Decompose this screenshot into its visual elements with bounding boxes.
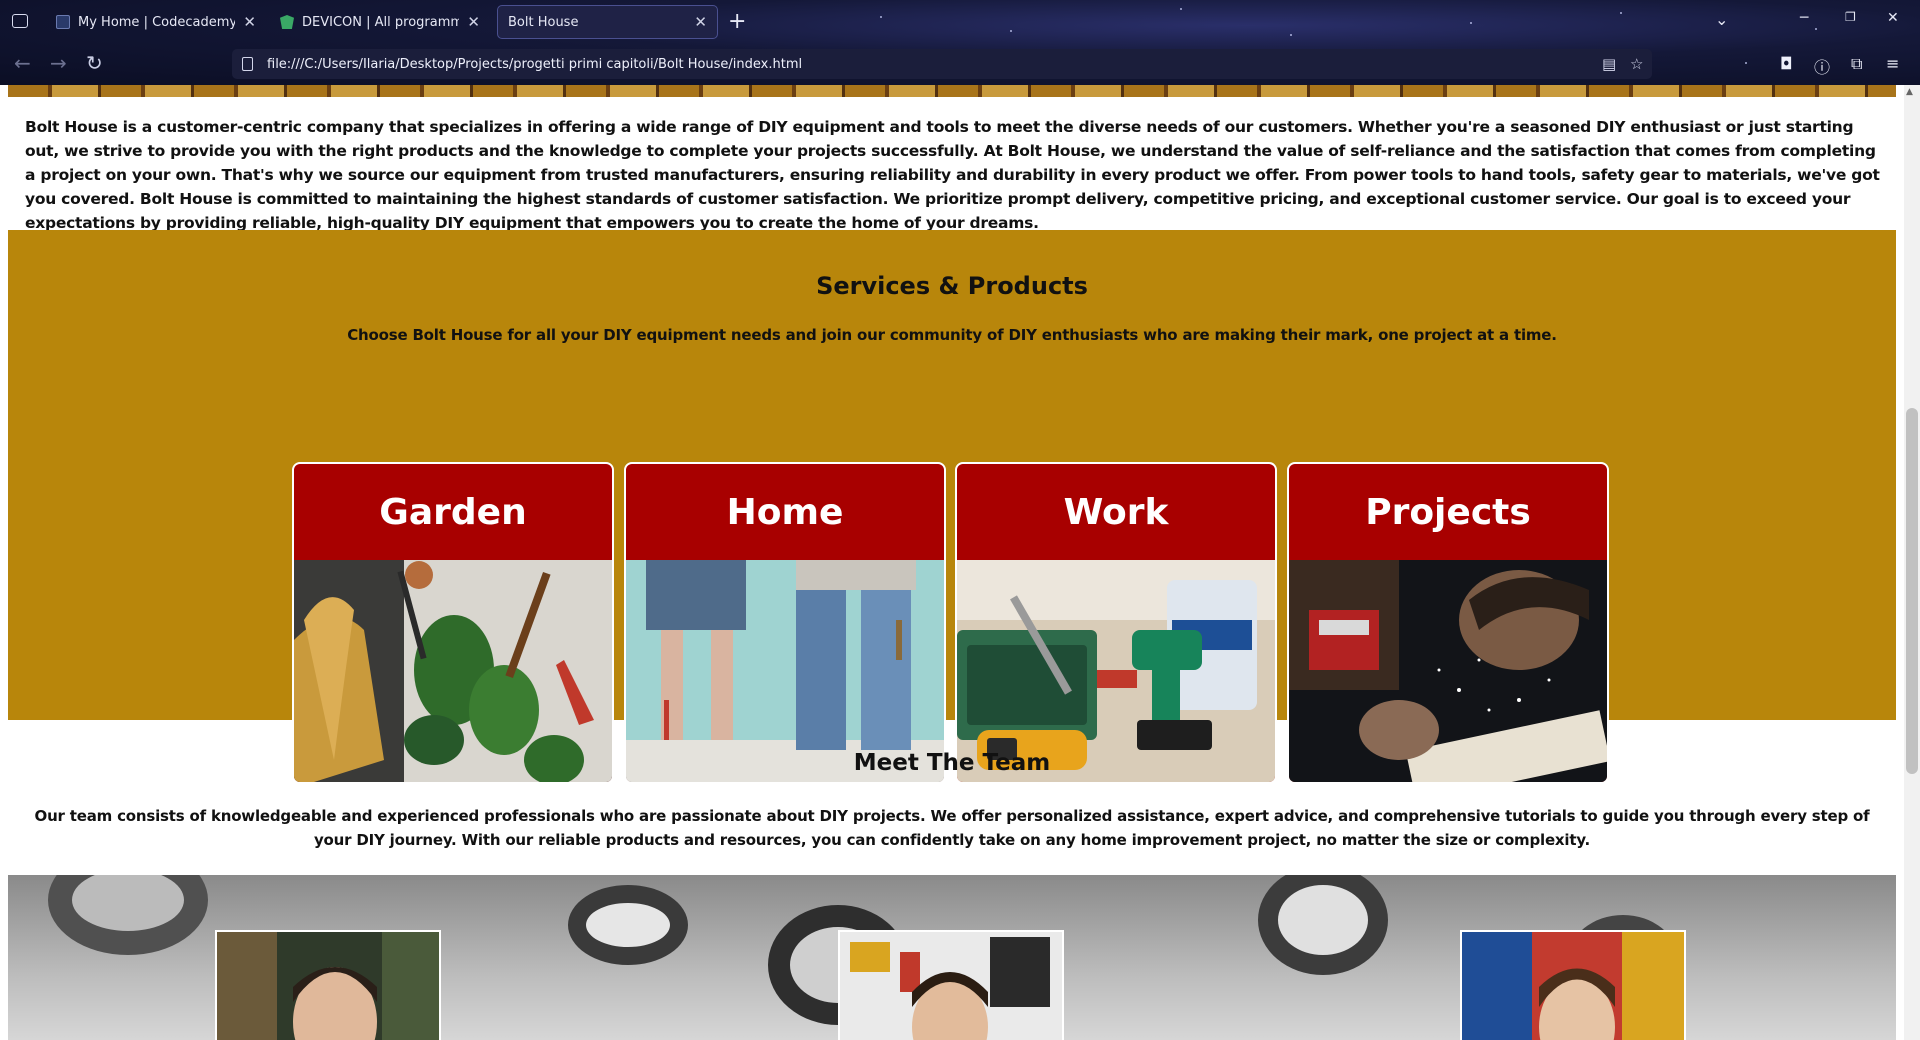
- extensions-icon[interactable]: ⧉: [1851, 54, 1862, 74]
- tab-bolt-house[interactable]: Bolt House ✕: [497, 5, 718, 39]
- projects-image: [1289, 560, 1607, 782]
- garden-image: [294, 560, 612, 782]
- card-home[interactable]: Home: [624, 462, 946, 784]
- card-garden[interactable]: Garden: [292, 462, 614, 784]
- list-all-tabs-icon[interactable]: ⌄: [1715, 10, 1728, 29]
- page-icon: [242, 57, 253, 71]
- team-member-photo: [215, 930, 441, 1040]
- card-label: Home: [726, 491, 844, 533]
- card-work[interactable]: Work: [955, 462, 1277, 784]
- reload-icon[interactable]: ↻: [86, 51, 103, 75]
- card-projects[interactable]: Projects: [1287, 462, 1609, 784]
- team-paragraph: Our team consists of knowledgeable and e…: [34, 807, 1870, 849]
- nav-bar: ← → ↻ file:///C:/Users/Ilaria/Desktop/Pr…: [0, 45, 1920, 85]
- work-image: [957, 560, 1275, 782]
- tab-list-icon[interactable]: [12, 14, 28, 28]
- menu-icon[interactable]: ≡: [1886, 54, 1899, 73]
- back-icon[interactable]: ←: [14, 51, 31, 75]
- close-tab-icon[interactable]: ✕: [694, 13, 707, 31]
- tab-title: My Home | Codecademy: [78, 14, 236, 30]
- hero-image-bottom: [8, 85, 1896, 97]
- minimize-icon[interactable]: ─: [1800, 10, 1808, 26]
- close-window-icon[interactable]: ✕: [1887, 10, 1899, 26]
- services-subtitle: Choose Bolt House for all your DIY equip…: [347, 326, 1557, 344]
- tab-title: DEVICON | All programming languages: [302, 14, 460, 30]
- page-viewport: Bolt House is a customer-centric company…: [0, 85, 1904, 1040]
- new-tab-icon[interactable]: +: [728, 9, 746, 34]
- services-title: Services & Products: [816, 272, 1088, 300]
- tab-devicon[interactable]: DEVICON | All programming languages ✕: [270, 5, 490, 39]
- team-member-photo: [838, 930, 1064, 1040]
- info-icon[interactable]: ⓘ: [1814, 54, 1830, 78]
- devicon-favicon-icon: [280, 15, 294, 29]
- url-text[interactable]: file:///C:/Users/Ilaria/Desktop/Projects…: [267, 57, 802, 72]
- bookmark-star-icon[interactable]: ☆: [1630, 55, 1643, 73]
- tab-codecademy[interactable]: My Home | Codecademy ✕: [46, 5, 266, 39]
- restore-icon[interactable]: ❐: [1845, 10, 1856, 24]
- team-member-photo: [1460, 930, 1686, 1040]
- address-bar[interactable]: file:///C:/Users/Ilaria/Desktop/Projects…: [232, 49, 1652, 79]
- pocket-icon[interactable]: ◘: [1780, 54, 1793, 73]
- tab-title: Bolt House: [508, 14, 579, 30]
- team-title: Meet The Team: [853, 750, 1051, 776]
- codecademy-favicon-icon: [56, 15, 70, 29]
- reader-view-icon[interactable]: ▤: [1602, 55, 1616, 73]
- tab-bar: My Home | Codecademy ✕ DEVICON | All pro…: [0, 0, 1920, 44]
- card-label: Garden: [379, 491, 527, 533]
- forward-icon[interactable]: →: [50, 51, 67, 75]
- close-tab-icon[interactable]: ✕: [467, 13, 480, 31]
- browser-chrome: My Home | Codecademy ✕ DEVICON | All pro…: [0, 0, 1920, 85]
- scroll-up-icon[interactable]: ▲: [1906, 87, 1913, 97]
- home-image: [626, 560, 944, 782]
- services-section: Services & Products Choose Bolt House fo…: [8, 230, 1896, 784]
- card-label: Work: [1063, 491, 1169, 533]
- close-tab-icon[interactable]: ✕: [243, 13, 256, 31]
- intro-paragraph: Bolt House is a customer-centric company…: [25, 118, 1880, 232]
- scrollbar-thumb[interactable]: [1906, 408, 1918, 774]
- card-label: Projects: [1365, 491, 1531, 533]
